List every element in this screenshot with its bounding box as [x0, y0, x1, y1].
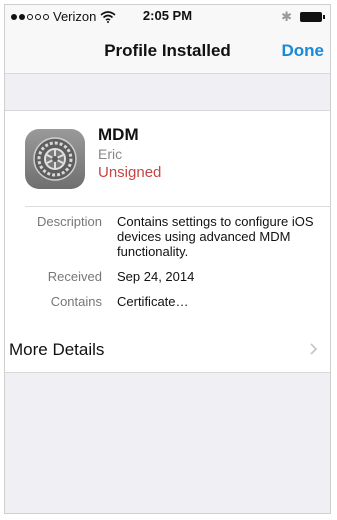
detail-value[interactable]: Certificate…	[117, 294, 317, 309]
profile-name: MDM	[98, 125, 139, 144]
status-right: ✱	[281, 9, 325, 25]
status-bar: Verizon 2:05 PM ✱	[5, 5, 330, 27]
profile-organization: Eric	[98, 146, 123, 162]
done-button[interactable]: Done	[282, 41, 325, 61]
signing-status: Unsigned	[98, 164, 162, 181]
divider	[25, 206, 330, 207]
navigation-bar: Profile Installed Done	[5, 27, 330, 74]
more-details-label: More Details	[9, 340, 105, 359]
detail-label: Contains	[50, 294, 102, 309]
detail-label: Description	[36, 214, 102, 229]
detail-label: Received	[47, 269, 102, 284]
detail-value: Sep 24, 2014	[117, 269, 195, 284]
screen: Verizon 2:05 PM ✱ Profile Installed Done	[4, 4, 331, 514]
settings-gear-icon	[25, 129, 85, 189]
bluetooth-icon: ✱	[281, 9, 292, 24]
battery-icon	[300, 12, 325, 22]
detail-value: Contains settings to configure iOS devic…	[117, 214, 314, 259]
gear-icon	[33, 137, 77, 181]
chevron-right-icon	[310, 343, 318, 355]
more-details-row[interactable]: More Details	[5, 328, 330, 373]
profile-card: MDM Eric Unsigned Description Contains s…	[5, 110, 330, 330]
